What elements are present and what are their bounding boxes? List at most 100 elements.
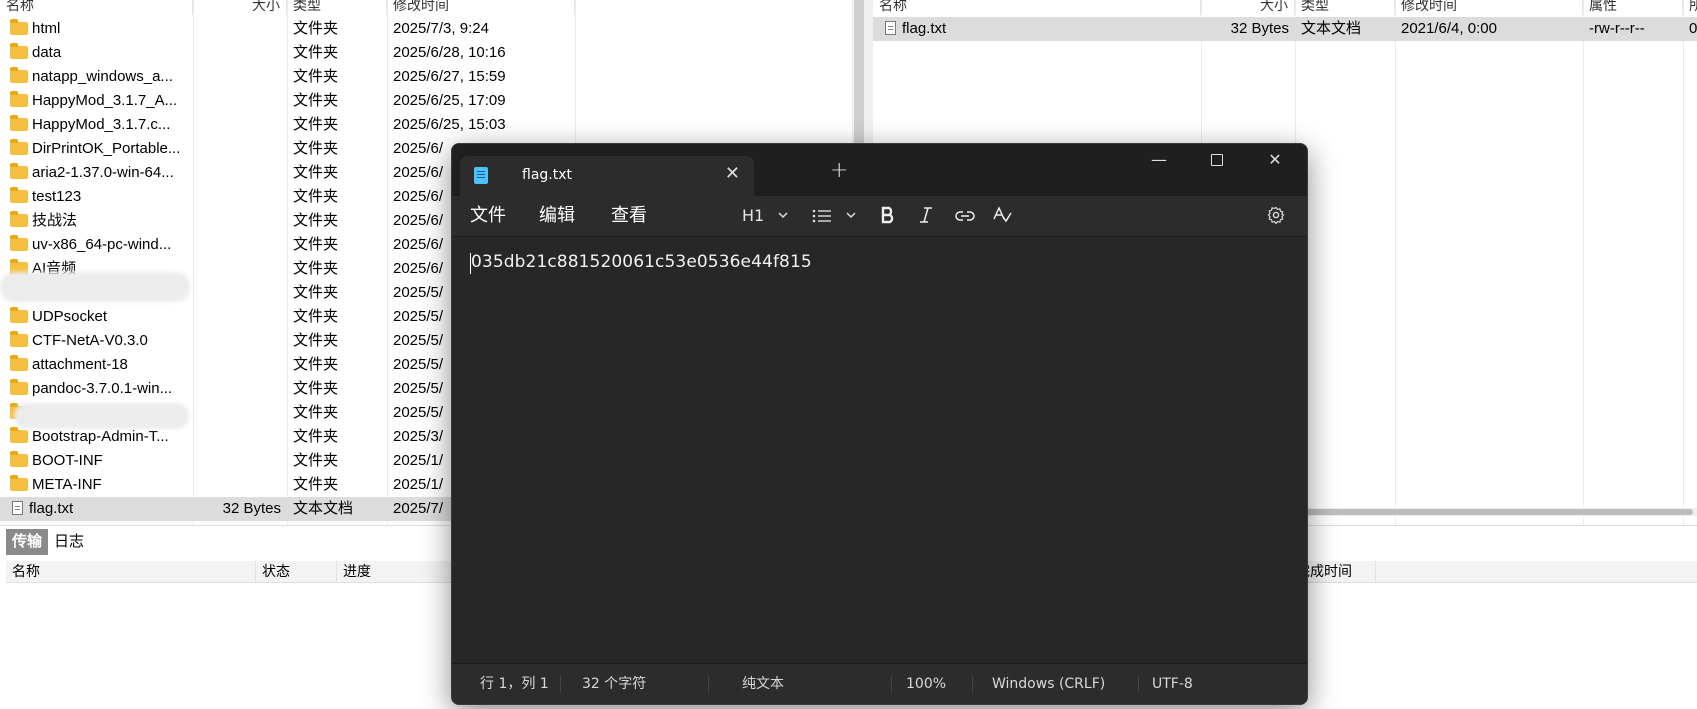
list-icon: [812, 209, 831, 223]
file-size: [193, 401, 287, 425]
row-name: natapp_windows_a...: [4, 65, 193, 89]
status-char-count: 32 个字符: [582, 676, 647, 692]
gear-icon: [1267, 206, 1285, 225]
column-finish-time[interactable]: 完成时间: [1296, 561, 1376, 582]
text-editor-area[interactable]: 035db21c881520061c53e0536e44f815: [452, 237, 1307, 657]
menu-edit[interactable]: 编辑: [539, 196, 575, 236]
row-name: BOOT-INF: [4, 449, 193, 473]
row-name: attachment-18: [4, 353, 193, 377]
file-size: [193, 257, 287, 281]
file-type: 文件夹: [293, 164, 339, 181]
table-row[interactable]: data 文件夹 2025/6/28, 10:16: [0, 41, 852, 65]
file-size: [193, 353, 287, 377]
row-name: flag.txt: [877, 17, 1201, 41]
file-name: aria2-1.37.0-win-64...: [32, 164, 174, 181]
status-format[interactable]: 纯文本: [742, 664, 784, 704]
italic-icon: [920, 207, 932, 223]
table-row[interactable]: HappyMod_3.1.7.c... 文件夹 2025/6/25, 15:03: [0, 113, 852, 137]
menu-view[interactable]: 查看: [611, 196, 647, 236]
file-attributes: -rw-r--r--: [1589, 20, 1645, 37]
table-row[interactable]: html 文件夹 2025/7/3, 9:24: [0, 17, 852, 41]
file-type: 文件夹: [293, 476, 339, 493]
file-name: pandoc-3.7.0.1-win...: [32, 380, 173, 397]
table-row[interactable]: flag.txt 32 Bytes 文本文档 2021/6/4, 0:00 -rw-r-…: [873, 17, 1697, 41]
status-encoding[interactable]: UTF-8: [1152, 664, 1193, 704]
maximize-button[interactable]: [1188, 144, 1246, 176]
column-attributes[interactable]: 属性: [1583, 0, 1683, 15]
file-size: [193, 41, 287, 65]
settings-button[interactable]: [1267, 196, 1285, 236]
file-type: 文件夹: [293, 356, 339, 373]
file-size: [193, 137, 287, 161]
heading-dropdown[interactable]: H1: [742, 196, 789, 236]
tab-close-icon[interactable]: ✕: [725, 163, 740, 184]
file-name: 技战法: [32, 212, 78, 229]
file-size: [193, 65, 287, 89]
new-tab-button[interactable]: +: [830, 158, 848, 183]
folder-icon: [10, 235, 28, 251]
scrollbar-thumb[interactable]: [1303, 509, 1693, 515]
file-size: [193, 17, 287, 41]
file-size: [193, 89, 287, 113]
file-size: [193, 113, 287, 137]
file-size: [193, 329, 287, 353]
table-row[interactable]: natapp_windows_a... 文件夹 2025/6/27, 15:59: [0, 65, 852, 89]
clear-formatting-button[interactable]: [992, 196, 1012, 236]
notepad-app-icon: [474, 167, 488, 184]
notepad-toolbar: 文件 编辑 查看 H1: [452, 196, 1307, 237]
column-modified[interactable]: 修改时间: [387, 0, 575, 15]
menu-file[interactable]: 文件: [470, 196, 506, 236]
column-size[interactable]: 大小: [1201, 0, 1295, 15]
chevron-down-icon: [846, 212, 856, 219]
file-owner: 0: [1689, 20, 1697, 37]
table-row[interactable]: HappyMod_3.1.7_A... 文件夹 2025/6/25, 17:09: [0, 89, 852, 113]
column-status[interactable]: 状态: [256, 561, 337, 582]
window-close-button[interactable]: ✕: [1246, 144, 1304, 176]
maximize-icon: [1211, 154, 1223, 166]
link-button[interactable]: [955, 196, 975, 236]
file-size: [193, 377, 287, 401]
file-type: 文件夹: [293, 380, 339, 397]
file-type: 文件夹: [293, 92, 339, 109]
status-zoom[interactable]: 100%: [906, 664, 946, 704]
folder-icon: [10, 427, 28, 443]
folder-icon: [10, 211, 28, 227]
notepad-titlebar[interactable]: flag.txt ✕ + — ✕: [452, 144, 1307, 196]
file-type: 文件夹: [293, 452, 339, 469]
column-size[interactable]: 大小: [193, 0, 287, 15]
column-name[interactable]: 名称: [873, 0, 1201, 15]
column-name[interactable]: 名称: [6, 561, 256, 582]
tab-log[interactable]: 日志: [48, 529, 90, 555]
notepad-tab[interactable]: flag.txt ✕: [460, 156, 754, 196]
column-type[interactable]: 类型: [287, 0, 387, 15]
row-name: data: [4, 41, 193, 65]
text-file-icon: [885, 21, 896, 35]
list-dropdown[interactable]: [812, 196, 857, 236]
document-content[interactable]: 035db21c881520061c53e0536e44f815: [471, 252, 812, 272]
notepad-window: flag.txt ✕ + — ✕ 文件 编辑 查看 H1 035db21c881…: [451, 143, 1308, 705]
text-file-icon: [12, 501, 23, 515]
file-type: 文件夹: [293, 116, 339, 133]
file-size: [193, 281, 287, 305]
status-line-ending[interactable]: Windows (CRLF): [992, 664, 1105, 704]
column-type[interactable]: 类型: [1295, 0, 1395, 15]
folder-icon: [10, 307, 28, 323]
italic-button[interactable]: [918, 196, 934, 236]
column-modified[interactable]: 修改时间: [1395, 0, 1583, 15]
file-type: 文件夹: [293, 332, 339, 349]
file-type: 文件夹: [293, 188, 339, 205]
bold-button[interactable]: [880, 196, 896, 236]
tab-transfer[interactable]: 传输: [6, 529, 49, 555]
folder-icon: [10, 355, 28, 371]
folder-icon: [10, 115, 28, 131]
file-name: uv-x86_64-pc-wind...: [32, 236, 172, 253]
file-name: data: [32, 44, 62, 61]
file-size: 32 Bytes: [222, 500, 281, 517]
file-type: 文本文档: [293, 500, 354, 517]
file-type: 文件夹: [293, 428, 339, 445]
minimize-button[interactable]: —: [1130, 144, 1188, 176]
row-name: META-INF: [4, 473, 193, 497]
column-name[interactable]: 名称: [0, 0, 193, 15]
row-name: html: [4, 17, 193, 41]
column-owner[interactable]: 所: [1683, 0, 1697, 15]
